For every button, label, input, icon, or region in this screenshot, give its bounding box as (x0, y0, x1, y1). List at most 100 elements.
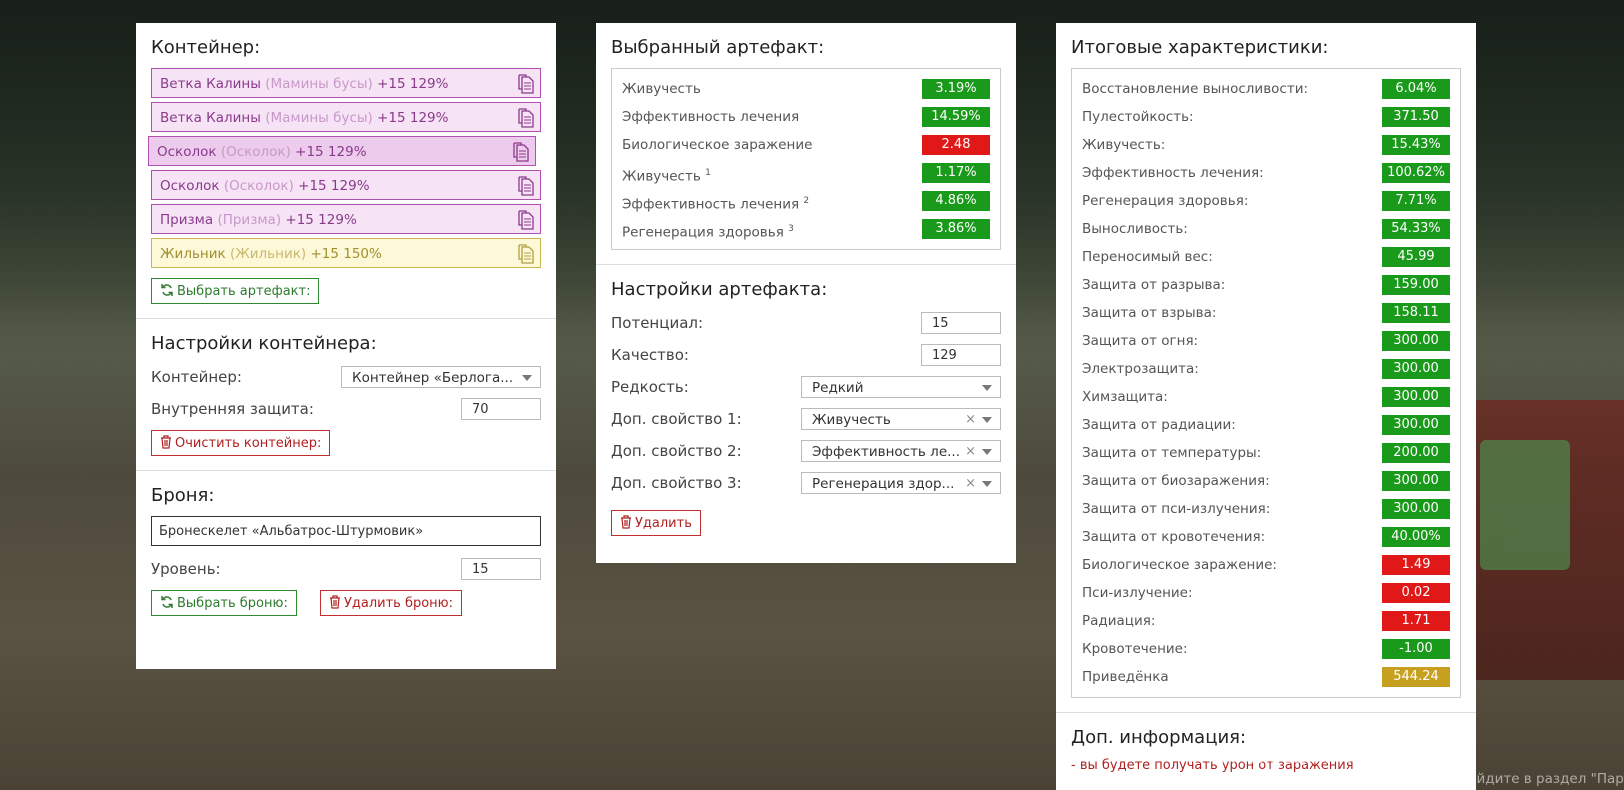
stat-label: Пси-излучение: (1082, 585, 1193, 601)
artifact-alt-name: (Жильник) (229, 246, 307, 262)
container-section: Контейнер: Ветка Калины (Мамины бусы) +1… (136, 23, 556, 319)
rarity-select[interactable]: Редкий (801, 376, 1001, 398)
choose-armor-button[interactable]: Выбрать броню: (151, 590, 297, 616)
windows-activation-title: Активация Windows (1222, 746, 1421, 768)
stat-label: Выносливость: (1082, 221, 1188, 237)
stat-footnote: 1 (705, 168, 711, 178)
clear-icon[interactable]: × (965, 441, 976, 461)
artifact-name: Призма (160, 212, 214, 228)
delete-armor-label: Удалить броню: (343, 596, 453, 611)
stat-value-badge: 40.00% (1382, 527, 1450, 547)
artifact-alt-name: (Осколок) (223, 178, 294, 194)
clear-icon[interactable]: × (965, 409, 976, 429)
protection-input[interactable]: 70 (461, 398, 541, 420)
stat-row: Пси-излучение: 0.02 (1082, 579, 1450, 607)
stat-value-badge: 7.71% (1382, 191, 1450, 211)
stat-row: Эффективность лечения 2 4.86% (622, 187, 990, 215)
stat-label: Защита от температуры: (1082, 445, 1262, 461)
stat-value-badge: 158.11 (1382, 303, 1450, 323)
stat-value-badge: 300.00 (1382, 387, 1450, 407)
prop3-select[interactable]: Регенерация здор... × (801, 472, 1001, 494)
copy-icon[interactable] (518, 108, 534, 128)
stat-label: Восстановление выносливости: (1082, 81, 1309, 97)
prop2-select[interactable]: Эффективность ле... × (801, 440, 1001, 462)
stat-row: Защита от температуры: 200.00 (1082, 439, 1450, 467)
stat-value-badge: 300.00 (1382, 415, 1450, 435)
copy-icon[interactable] (513, 142, 529, 162)
choose-artifact-button[interactable]: Выбрать артефакт: (151, 278, 320, 304)
chevron-down-icon (522, 375, 532, 381)
prop1-select[interactable]: Живучесть × (801, 408, 1001, 430)
selected-artifact-section: Выбранный артефакт: Живучесть 3.19% Эффект… (596, 23, 1016, 265)
artifact-slot[interactable]: Осколок (Осколок) +15 129% (151, 170, 541, 200)
artifact-alt-name: (Мамины бусы) (265, 76, 373, 92)
artifact-name: Осколок (160, 178, 220, 194)
protection-label: Внутренняя защита: (151, 400, 314, 418)
artifact-slot[interactable]: Осколок (Осколок) +15 129% (148, 136, 536, 166)
prop2-row: Доп. свойство 2: Эффективность ле... × (611, 438, 1001, 470)
potential-label: Потенциал: (611, 314, 704, 332)
artifact-name: Осколок (157, 144, 217, 160)
clear-container-button[interactable]: Очистить контейнер: (151, 430, 331, 456)
totals-section: Итоговые характеристики: Восстановление … (1056, 23, 1476, 713)
stat-value-badge: 1.17% (922, 163, 990, 183)
quality-input[interactable]: 129 (921, 344, 1001, 366)
copy-icon[interactable] (518, 176, 534, 196)
protection-row: Внутренняя защита: 70 (151, 396, 541, 428)
stat-footnote: 3 (788, 224, 794, 234)
artifact-alt-name: (Осколок) (220, 144, 291, 160)
artifact-name: Ветка Калины (160, 110, 261, 126)
quality-row: Качество: 129 (611, 342, 1001, 374)
stat-value-badge: 3.19% (922, 79, 990, 99)
stat-label: Защита от пси-излучения: (1082, 501, 1271, 517)
container-label: Контейнер: (151, 368, 242, 386)
stat-value-badge: 6.04% (1382, 79, 1450, 99)
background-vehicle-glass (1480, 440, 1570, 570)
artifact-slot[interactable]: Ветка Калины (Мамины бусы) +15 129% (151, 68, 541, 98)
windows-activation-text: Чтобы активировать Windows, перейдите в … (1222, 771, 1624, 787)
trash-icon (161, 435, 171, 449)
stat-row: Защита от огня: 300.00 (1082, 327, 1450, 355)
artifact-slot[interactable]: Ветка Калины (Мамины бусы) +15 129% (151, 102, 541, 132)
delete-artifact-button[interactable]: Удалить (611, 510, 701, 536)
stat-label: Эффективность лечения (622, 109, 800, 125)
choose-artifact-label: Выбрать артефакт: (177, 284, 311, 299)
stat-value-badge: 45.99 (1382, 247, 1450, 267)
container-row: Контейнер: Контейнер «Берлога... (151, 364, 541, 396)
potential-input[interactable]: 15 (921, 312, 1001, 334)
stat-label: Пулестойкость: (1082, 109, 1194, 125)
artifact-settings-section: Настройки артефакта: Потенциал: 15 Качес… (596, 265, 1016, 550)
prop1-row: Доп. свойство 1: Живучесть × (611, 406, 1001, 438)
artifact-slot[interactable]: Жильник (Жильник) +15 150% (151, 238, 541, 268)
stat-label: Защита от биозаражения: (1082, 473, 1270, 489)
stat-row: Приведёнка 544.24 (1082, 663, 1450, 691)
stat-row: Защита от кровотечения: 40.00% (1082, 523, 1450, 551)
stat-row: Радиация: 1.71 (1082, 607, 1450, 635)
artifact-slot[interactable]: Призма (Призма) +15 129% (151, 204, 541, 234)
stat-row: Защита от разрыва: 159.00 (1082, 271, 1450, 299)
stat-label: Приведёнка (1082, 669, 1169, 685)
armor-level-input[interactable]: 15 (461, 558, 541, 580)
copy-icon[interactable] (518, 210, 534, 230)
stat-value-badge: 300.00 (1382, 359, 1450, 379)
stat-row: Живучесть: 15.43% (1082, 131, 1450, 159)
stat-row: Защита от биозаражения: 300.00 (1082, 467, 1450, 495)
stat-row: Защита от пси-излучения: 300.00 (1082, 495, 1450, 523)
delete-armor-button[interactable]: Удалить броню: (319, 590, 462, 616)
rarity-row: Редкость: Редкий (611, 374, 1001, 406)
stat-footnote: 2 (803, 196, 810, 206)
stat-value-badge: 14.59% (922, 107, 990, 127)
stat-row: Переносимый вес: 45.99 (1082, 243, 1450, 271)
armor-field[interactable]: Бронескелет «Альбатрос-Штурмовик» (151, 516, 541, 546)
copy-icon[interactable] (518, 244, 534, 264)
stat-row: Электрозащита: 300.00 (1082, 355, 1450, 383)
stat-label: Защита от кровотечения: (1082, 529, 1266, 545)
stat-label: Защита от огня: (1082, 333, 1199, 349)
clear-icon[interactable]: × (965, 473, 976, 493)
stat-row: Эффективность лечения 14.59% (622, 103, 990, 131)
stat-value-badge: 200.00 (1382, 443, 1450, 463)
stat-row: Регенерация здоровья 3 3.86% (622, 215, 990, 243)
copy-icon[interactable] (518, 74, 534, 94)
delete-artifact-label: Удалить (635, 516, 692, 531)
container-select[interactable]: Контейнер «Берлога... (341, 366, 541, 388)
